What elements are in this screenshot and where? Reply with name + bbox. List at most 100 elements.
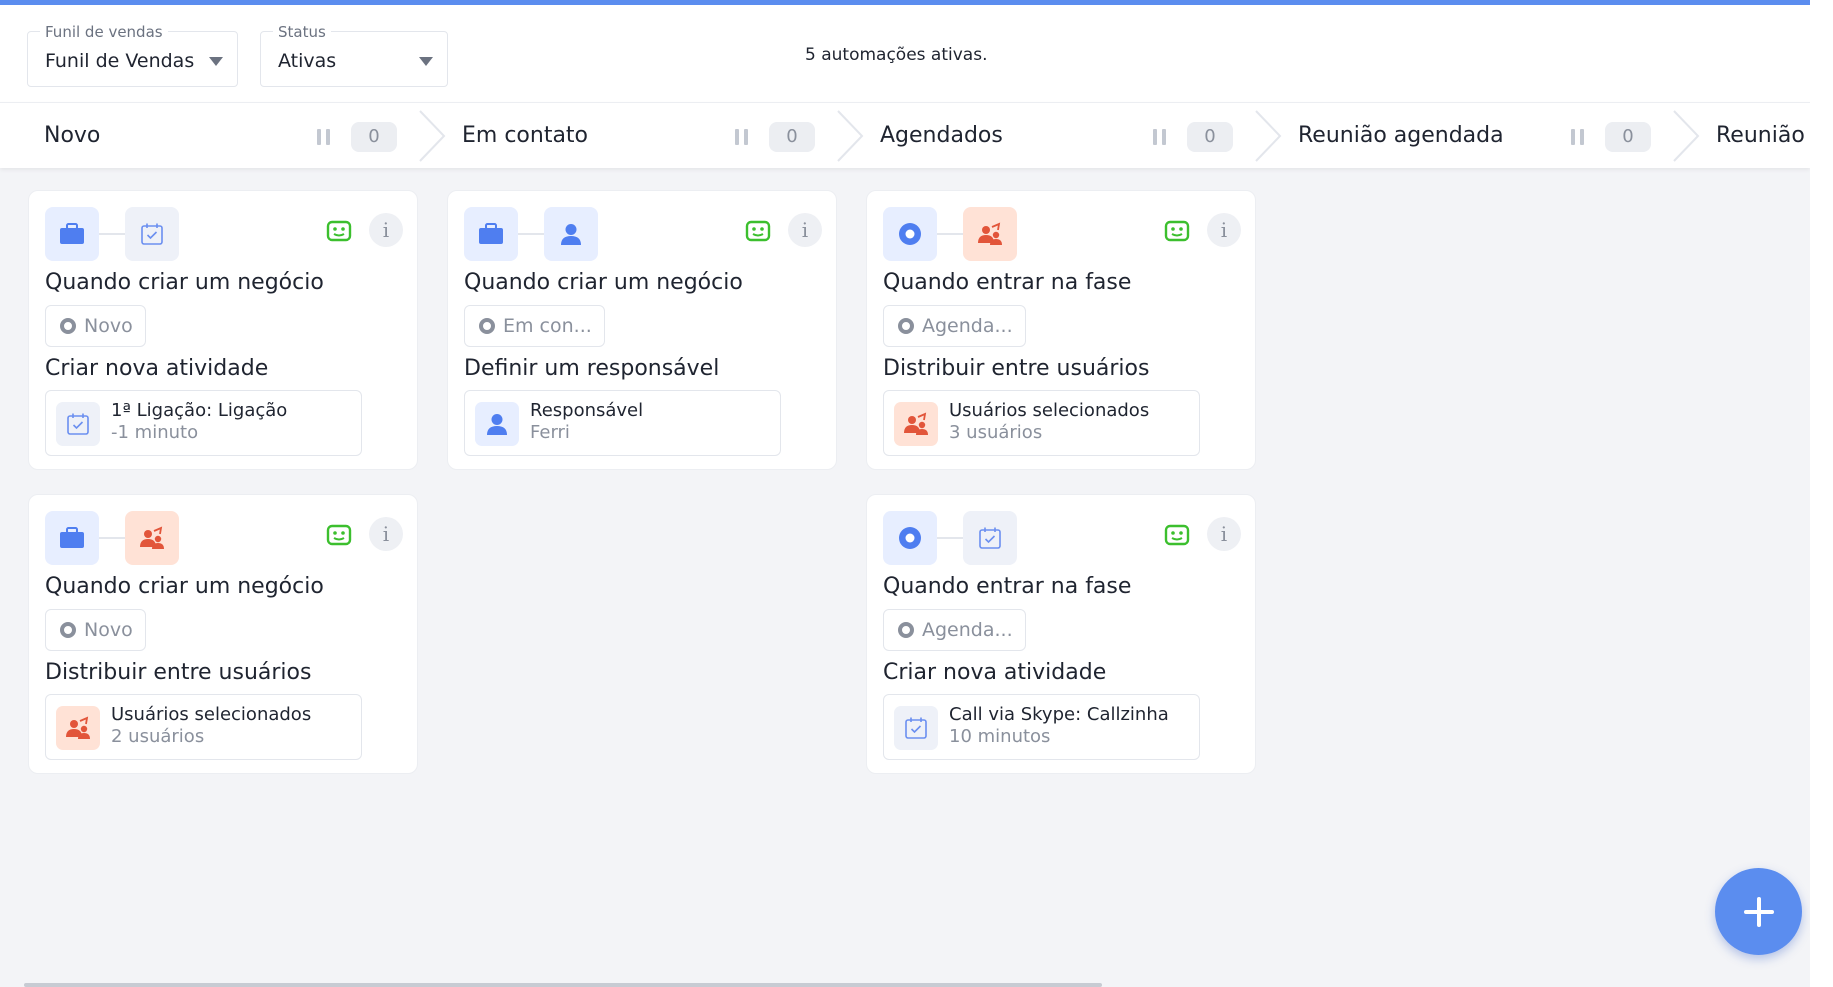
info-icon[interactable]: i [788,213,822,247]
stage-em-contato[interactable]: Em contato 0 [418,103,864,168]
users-distribute-icon [963,207,1017,261]
robot-icon [326,220,352,242]
horizontal-scrollbar[interactable] [24,983,1102,987]
detail-title: Responsável [530,400,644,421]
stage-name: Reunião agendada [1298,123,1504,148]
trigger-title: Quando criar um negócio [45,574,324,599]
briefcase-icon [45,511,99,565]
stage-chip-label: Em con... [503,315,592,337]
briefcase-icon [464,207,518,261]
stage-dot-icon [479,318,495,334]
users-distribute-icon [894,402,938,446]
stage-count-badge: 0 [1605,122,1651,152]
pause-icon[interactable] [735,129,749,145]
connector-line [937,233,963,235]
detail-title: Usuários selecionados [949,400,1150,421]
users-distribute-icon [125,511,179,565]
pause-icon[interactable] [1153,129,1167,145]
action-title: Criar nova atividade [883,660,1107,685]
active-automations-count: 5 automações ativas. [805,45,988,65]
stage-agendados[interactable]: Agendados 0 [836,103,1282,168]
connector-line [99,537,125,539]
robot-icon [326,524,352,546]
plus-icon [1743,896,1774,927]
detail-title: Usuários selecionados [111,704,312,725]
info-icon[interactable]: i [369,517,403,551]
robot-icon [1164,220,1190,242]
robot-icon [745,220,771,242]
status-select-label: Status [273,23,331,41]
detail-subtitle: Ferri [530,422,570,443]
calendar-check-icon [894,706,938,750]
funnel-select-value: Funil de Vendas [45,50,195,72]
vertical-scrollbar[interactable] [1810,0,1833,987]
trigger-title: Quando criar um negócio [45,270,324,295]
info-icon[interactable]: i [369,213,403,247]
automation-card[interactable]: i Quando criar um negócio Em con... Defi… [447,190,837,470]
info-icon[interactable]: i [1207,517,1241,551]
funnel-select-label: Funil de vendas [40,23,168,41]
stage-chip: Em con... [464,305,605,347]
detail-title: 1ª Ligação: Ligação [111,400,288,421]
stage-name: Novo [44,123,101,148]
robot-icon [1164,524,1190,546]
info-icon[interactable]: i [1207,213,1241,247]
status-select[interactable]: Status Ativas [260,23,448,87]
chevron-down-icon [209,57,223,66]
action-title: Definir um responsável [464,356,720,381]
stage-chip: Agenda... [883,609,1026,651]
trigger-title: Quando criar um negócio [464,270,743,295]
stage-novo[interactable]: Novo 0 [0,103,446,168]
detail-subtitle: 2 usuários [111,726,205,747]
pause-icon[interactable] [1571,129,1585,145]
users-distribute-icon [56,706,100,750]
action-title: Distribuir entre usuários [45,660,312,685]
funnel-select[interactable]: Funil de vendas Funil de Vendas [27,23,238,87]
add-automation-button[interactable] [1715,868,1802,955]
stage-count-badge: 0 [1187,122,1233,152]
stage-reuniao-agendada[interactable]: Reunião agendada 0 [1254,103,1700,168]
stage-dot-icon [898,318,914,334]
stage-chip-label: Agenda... [922,315,1013,337]
connector-line [518,233,544,235]
automation-card[interactable]: i Quando criar um negócio Novo Criar nov… [28,190,418,470]
action-detail: Usuários selecionados 2 usuários [45,694,362,760]
stage-chip: Agenda... [883,305,1026,347]
stage-chip-label: Novo [84,619,133,641]
stage-dot-icon [898,622,914,638]
detail-subtitle: -1 minuto [111,422,199,443]
stage-name: Agendados [880,123,1003,148]
connector-line [99,233,125,235]
stage-reuniao-r[interactable]: Reunião r [1672,103,1810,168]
automation-card[interactable]: i Quando entrar na fase Agenda... Criar … [866,494,1256,774]
automation-card[interactable]: i Quando entrar na fase Agenda... Distri… [866,190,1256,470]
status-select-value: Ativas [278,50,337,72]
detail-subtitle: 10 minutos [949,726,1051,747]
filter-header: Funil de vendas Funil de Vendas Status A… [0,5,1810,102]
action-detail: Responsável Ferri [464,390,781,456]
pipeline-stages: Novo 0 Em contato 0 Agendados 0 Reunião … [0,102,1810,168]
trigger-title: Quando entrar na fase [883,574,1132,599]
connector-line [937,537,963,539]
stage-dot-icon [60,318,76,334]
stage-chip-label: Novo [84,315,133,337]
detail-subtitle: 3 usuários [949,422,1043,443]
briefcase-icon [45,207,99,261]
automation-card[interactable]: i Quando criar um negócio Novo Distribui… [28,494,418,774]
pause-icon[interactable] [317,129,331,145]
action-title: Criar nova atividade [45,356,269,381]
stage-count-badge: 0 [769,122,815,152]
detail-title: Call via Skype: Callzinha [949,704,1169,725]
action-detail: 1ª Ligação: Ligação -1 minuto [45,390,362,456]
stage-name: Reunião r [1716,123,1810,148]
chevron-down-icon [419,57,433,66]
target-icon [883,207,937,261]
calendar-check-icon [125,207,179,261]
stage-chip: Novo [45,305,146,347]
stage-chip: Novo [45,609,146,651]
person-icon [544,207,598,261]
person-icon [475,402,519,446]
calendar-check-icon [56,402,100,446]
trigger-title: Quando entrar na fase [883,270,1132,295]
stage-count-badge: 0 [351,122,397,152]
